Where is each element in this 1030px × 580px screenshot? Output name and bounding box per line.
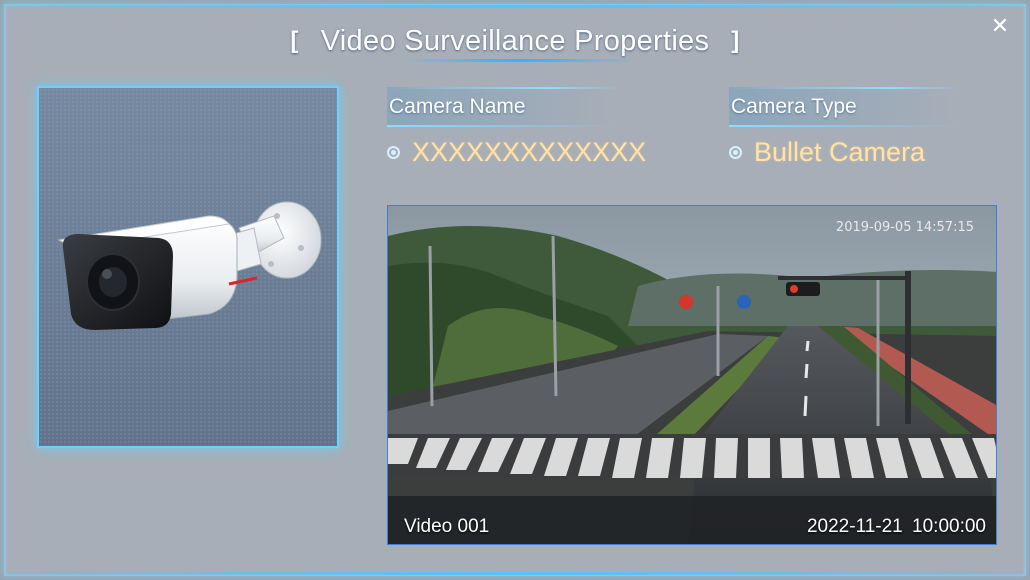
camera-type-value-row: Bullet Camera — [729, 137, 961, 168]
bullet-camera-icon — [57, 201, 322, 330]
video-label: Video 001 — [404, 516, 490, 537]
bottom-border-glow — [5, 572, 1025, 575]
camera-name-label: Camera Name — [389, 95, 526, 118]
camera-name-value-row: XXXXXXXXXXXXX — [387, 137, 646, 168]
camera-image-panel — [37, 86, 339, 448]
video-frame — [388, 206, 996, 544]
dialog-header: [ Video Surveillance Properties ] — [5, 19, 1025, 63]
camera-type-value: Bullet Camera — [754, 137, 926, 167]
camera-type-field: Camera Type Bullet Camera — [729, 87, 961, 168]
properties-dialog: [ Video Surveillance Properties ] ✕ Came… — [4, 4, 1026, 576]
dialog-title: Video Surveillance Properties — [320, 24, 710, 57]
video-feed[interactable]: 2019-09-05 14:57:15 Video 001 2022-11-21… — [387, 205, 997, 545]
bullet-dot-icon — [729, 146, 742, 159]
title-bracket-left: [ — [290, 27, 299, 54]
osd-timestamp: 2019-09-05 14:57:15 — [835, 220, 974, 235]
title-bracket-right: ] — [731, 27, 740, 54]
camera-name-value: XXXXXXXXXXXXX — [412, 137, 647, 167]
header-line-bottom — [387, 125, 619, 127]
dialog-title-group: [ Video Surveillance Properties ] — [290, 25, 739, 58]
video-timestamp: 2022-11-21 10:00:00 — [806, 516, 986, 537]
camera-type-header: Camera Type — [729, 87, 961, 127]
header-line-top — [729, 87, 961, 89]
title-underline — [405, 59, 635, 62]
top-border-glow — [5, 5, 1025, 8]
header-line-bottom — [729, 125, 961, 127]
bullet-dot-icon — [387, 146, 400, 159]
camera-name-field: Camera Name XXXXXXXXXXXXX — [387, 87, 646, 168]
close-button[interactable]: ✕ — [989, 15, 1011, 37]
camera-type-label: Camera Type — [731, 95, 857, 118]
camera-name-header: Camera Name — [387, 87, 619, 127]
header-line-top — [387, 87, 619, 89]
close-icon[interactable]: ✕ — [991, 13, 1009, 38]
